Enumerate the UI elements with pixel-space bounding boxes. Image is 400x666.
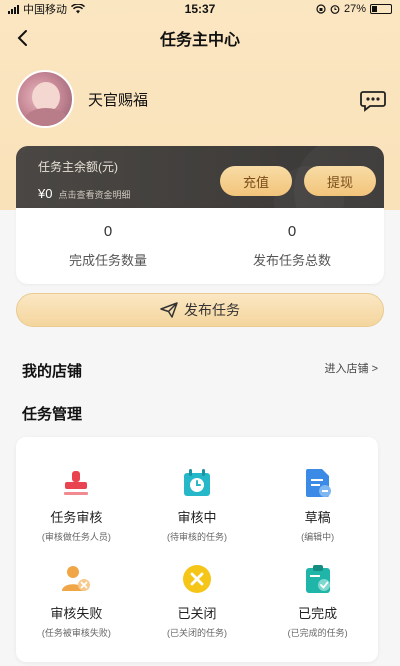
task-management-heading: 任务管理 bbox=[22, 406, 83, 423]
item-desc: (已完成的任务) bbox=[287, 628, 348, 638]
task-review-item[interactable]: 任务审核 (审核做任务人员) bbox=[16, 467, 137, 543]
stat-value: 0 bbox=[103, 223, 113, 240]
message-button[interactable] bbox=[360, 90, 386, 112]
balance-card[interactable]: 任务主余额(元) ¥0 点击查看资金明细 充值 提现 bbox=[16, 146, 384, 208]
item-name: 已完成 bbox=[298, 606, 338, 621]
page-title: 任务主中心 bbox=[159, 32, 240, 49]
under-review-item[interactable]: 审核中 (待审核的任务) bbox=[137, 467, 258, 543]
balance-amount-row[interactable]: ¥0 点击查看资金明细 bbox=[38, 186, 130, 201]
chevron-left-icon bbox=[17, 30, 27, 46]
user-fail-icon bbox=[62, 566, 91, 591]
back-button[interactable] bbox=[10, 26, 34, 50]
item-name: 任务审核 bbox=[50, 510, 103, 525]
item-desc: (已关闭的任务) bbox=[166, 628, 227, 638]
stat-label: 完成任务数量 bbox=[68, 253, 147, 268]
calendar-clock-icon bbox=[183, 469, 210, 496]
item-name: 审核失败 bbox=[50, 606, 103, 621]
publish-task-button[interactable]: 发布任务 bbox=[16, 293, 384, 327]
item-desc: (待审核的任务) bbox=[166, 532, 227, 542]
stat-completed[interactable]: 0 完成任务数量 bbox=[16, 208, 200, 284]
stamp-icon bbox=[64, 471, 89, 495]
publish-task-label: 发布任务 bbox=[184, 302, 240, 318]
balance-detail-hint[interactable]: 点击查看资金明细 bbox=[58, 190, 130, 200]
clipboard-check-icon bbox=[305, 565, 330, 593]
close-circle-icon bbox=[182, 565, 211, 593]
battery-icon bbox=[370, 4, 392, 14]
send-icon bbox=[160, 302, 178, 318]
chat-bubble-icon bbox=[360, 91, 386, 112]
withdraw-button[interactable]: 提现 bbox=[304, 166, 376, 196]
recharge-button[interactable]: 充值 bbox=[220, 166, 292, 196]
item-desc: (审核做任务人员) bbox=[41, 532, 111, 542]
stat-value: 0 bbox=[287, 223, 297, 240]
stat-label: 发布任务总数 bbox=[252, 253, 331, 268]
profile-section: 天官赐福 bbox=[16, 70, 148, 128]
balance-label: 任务主余额(元) bbox=[38, 160, 118, 174]
completed-item[interactable]: 已完成 (已完成的任务) bbox=[257, 563, 378, 639]
username: 天官赐福 bbox=[88, 91, 149, 109]
closed-item[interactable]: 已关闭 (已关闭的任务) bbox=[137, 563, 258, 639]
task-management-card: 任务审核 (审核做任务人员) 审核中 (待审核的任务) 草稿 (编辑中) 审核失… bbox=[16, 437, 378, 662]
review-failed-item[interactable]: 审核失败 (任务被审核失败) bbox=[16, 563, 137, 639]
item-name: 已关闭 bbox=[177, 606, 217, 621]
item-desc: (任务被审核失败) bbox=[41, 628, 111, 638]
item-name: 审核中 bbox=[177, 510, 217, 525]
item-name: 草稿 bbox=[304, 510, 331, 525]
item-desc: (编辑中) bbox=[301, 532, 335, 542]
my-shop-heading: 我的店铺 bbox=[22, 363, 83, 380]
status-time: 15:37 bbox=[184, 2, 216, 16]
draft-item[interactable]: 草稿 (编辑中) bbox=[257, 467, 378, 543]
avatar[interactable] bbox=[16, 70, 74, 128]
document-icon bbox=[305, 469, 331, 497]
status-bar: 中国移动 15:37 27% bbox=[0, 0, 400, 18]
balance-amount: ¥0 bbox=[38, 186, 53, 201]
nav-bar: 任务主中心 bbox=[0, 22, 400, 54]
stat-published[interactable]: 0 发布任务总数 bbox=[200, 208, 384, 284]
stats-card: 0 完成任务数量 0 发布任务总数 bbox=[16, 208, 384, 284]
enter-shop-link[interactable]: 进入店铺 > bbox=[325, 360, 378, 376]
